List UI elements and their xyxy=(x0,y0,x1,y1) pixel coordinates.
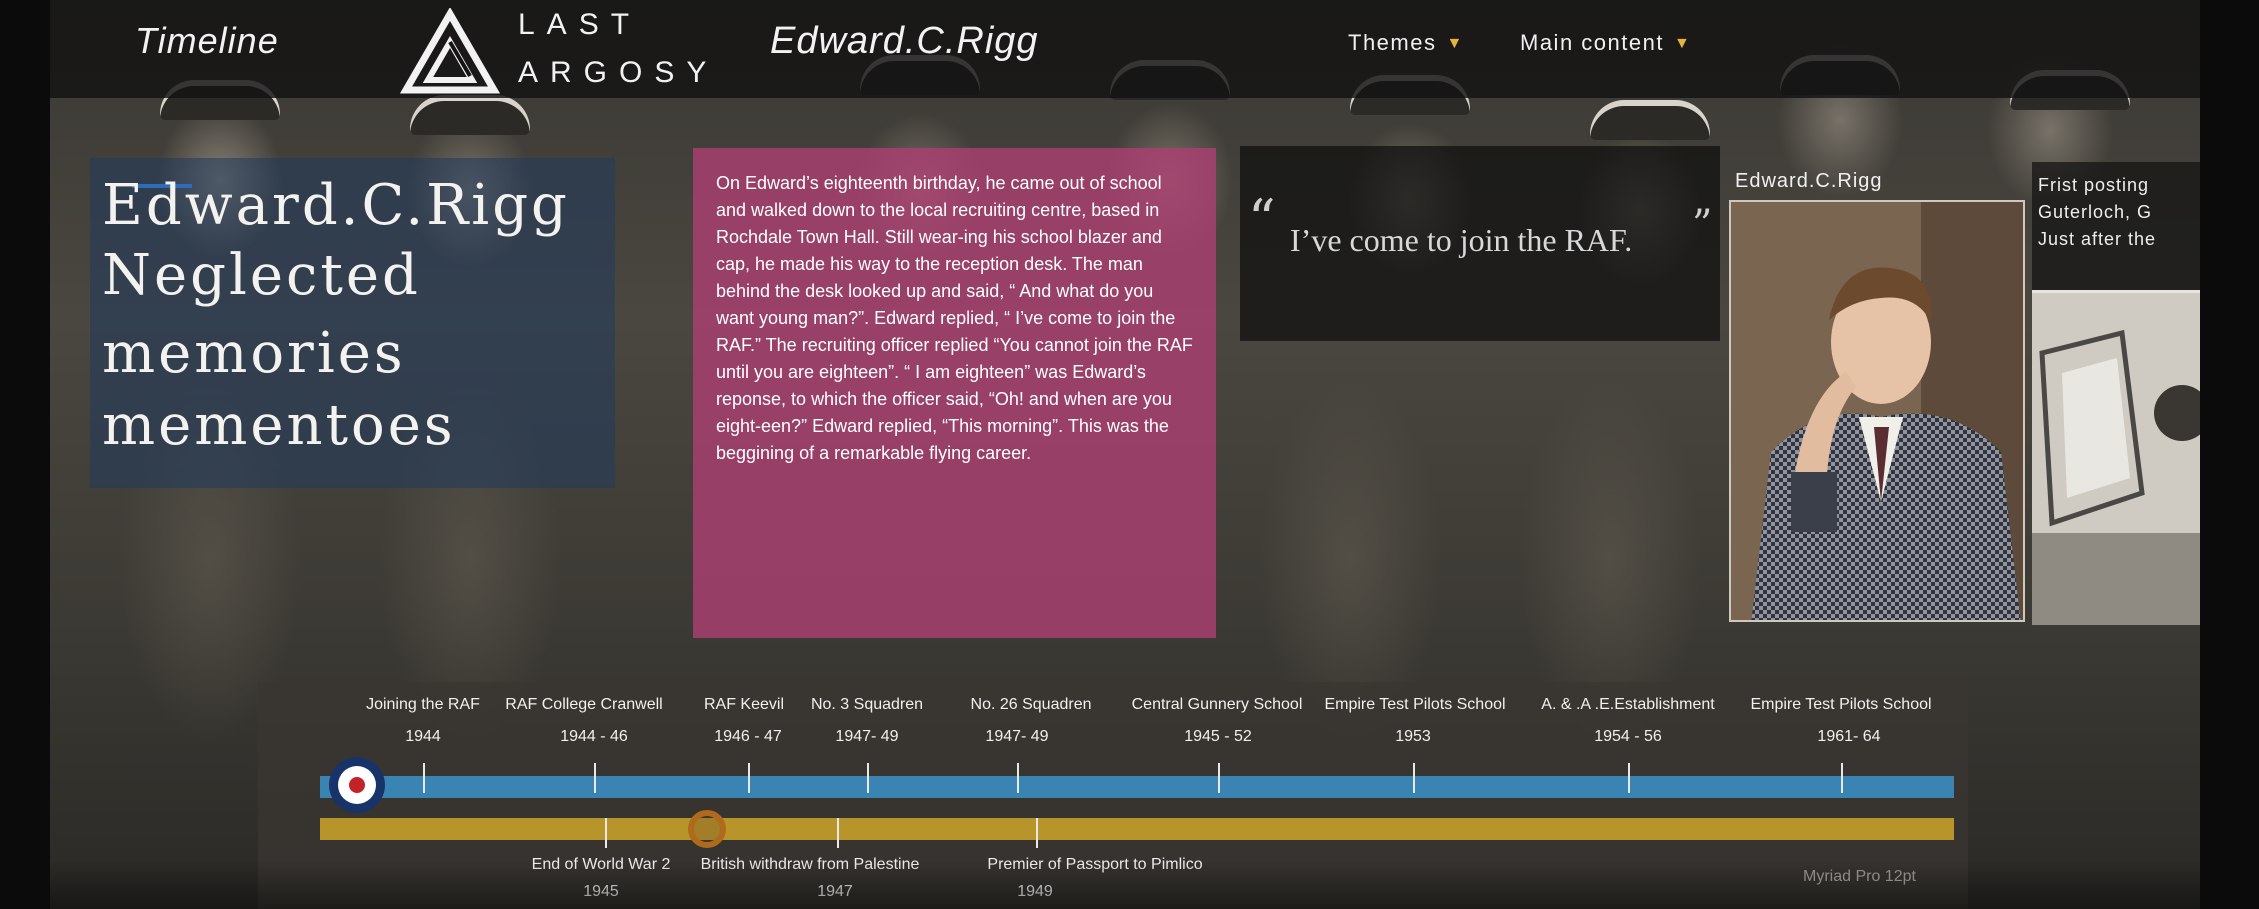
quote-close-mark: ” xyxy=(1692,202,1713,248)
career-tick xyxy=(1218,763,1220,793)
career-tick xyxy=(1628,763,1630,793)
quote-text: I’ve come to join the RAF. xyxy=(1290,222,1633,258)
career-event-years: 1961- 64 xyxy=(1817,728,1881,745)
career-event-label[interactable]: A. & .A .E.Establishment xyxy=(1541,696,1714,714)
career-event-label[interactable]: No. 3 Squadren xyxy=(811,696,923,714)
page: { "nav": { "timeline_label": "Timeline",… xyxy=(0,0,2259,909)
chevron-down-icon: ▼ xyxy=(1673,35,1692,52)
chevron-down-icon: ▼ xyxy=(1446,35,1464,52)
cockpit-photo-illustration xyxy=(2032,293,2200,625)
title-line-name: Edward.C.Rigg xyxy=(102,173,570,238)
career-event-years: 1945 - 52 xyxy=(1184,728,1252,745)
title-line-4: mementoes xyxy=(102,393,456,458)
portrait-card-label: Edward.C.Rigg xyxy=(1735,170,1883,192)
career-event-label[interactable]: RAF Keevil xyxy=(704,696,784,714)
career-tick xyxy=(1841,763,1843,793)
title-line-3: memories xyxy=(102,321,406,386)
nav-themes-dropdown[interactable]: Themes ▼ xyxy=(1348,30,1464,56)
triangle-logo-icon xyxy=(400,8,500,94)
timeline-scrubber-handle[interactable] xyxy=(688,810,726,848)
career-timeline-track[interactable] xyxy=(320,776,1954,798)
career-tick xyxy=(594,763,596,793)
first-posting-text: Frist posting Guterloch, G Just after th… xyxy=(2038,175,2157,249)
title-line-2: Neglected xyxy=(102,243,421,308)
logo-text-argosy: ARGOSY xyxy=(518,56,719,89)
right-frame xyxy=(2200,0,2259,909)
career-event-years: 1944 - 46 xyxy=(560,728,628,745)
story-text: On Edward’s eighteenth birthday, he came… xyxy=(716,173,1193,463)
first-posting-photo xyxy=(2032,290,2200,625)
portrait-illustration xyxy=(1731,202,2023,620)
career-event-years: 1953 xyxy=(1395,728,1431,745)
logo-text-last: LAST xyxy=(518,8,642,41)
career-event-years: 1947- 49 xyxy=(985,728,1049,745)
world-events-timeline-track[interactable] xyxy=(320,818,1954,840)
font-annotation: Myriad Pro 12pt xyxy=(1803,868,1916,885)
career-event-years: 1954 - 56 xyxy=(1594,728,1662,745)
nav-person-name[interactable]: Edward.C.Rigg xyxy=(770,20,1039,63)
world-tick xyxy=(1036,818,1038,848)
portrait-photo[interactable] xyxy=(1729,200,2025,622)
career-event-label[interactable]: RAF College Cranwell xyxy=(505,696,662,714)
nav-main-content-label: Main content xyxy=(1520,30,1664,55)
world-tick xyxy=(837,818,839,848)
career-tick xyxy=(1017,763,1019,793)
career-event-label[interactable]: Joining the RAF xyxy=(366,696,480,714)
career-event-years: 1944 xyxy=(405,728,441,745)
quote-open-mark: “ xyxy=(1248,188,1276,251)
world-tick xyxy=(605,818,607,848)
career-event-label[interactable]: No. 26 Squadren xyxy=(971,696,1092,714)
nav-timeline-link[interactable]: Timeline xyxy=(135,20,279,62)
career-event-label[interactable]: Empire Test Pilots School xyxy=(1324,696,1505,714)
top-navigation-bar: Timeline LAST ARGOSY Edward.C.Rigg Theme… xyxy=(50,0,2200,98)
career-event-years: 1947- 49 xyxy=(835,728,899,745)
left-frame xyxy=(0,0,50,909)
nav-themes-label: Themes xyxy=(1348,30,1437,55)
career-event-label[interactable]: Empire Test Pilots School xyxy=(1750,696,1931,714)
career-tick xyxy=(867,763,869,793)
raf-roundel-icon[interactable] xyxy=(329,757,385,813)
last-argosy-logo[interactable]: LAST ARGOSY xyxy=(400,8,720,96)
nav-main-content-dropdown[interactable]: Main content ▼ xyxy=(1520,30,1691,56)
career-event-label[interactable]: Central Gunnery School xyxy=(1132,696,1303,714)
career-tick xyxy=(1413,763,1415,793)
career-event-years: 1946 - 47 xyxy=(714,728,782,745)
career-tick xyxy=(748,763,750,793)
career-tick xyxy=(423,763,425,793)
